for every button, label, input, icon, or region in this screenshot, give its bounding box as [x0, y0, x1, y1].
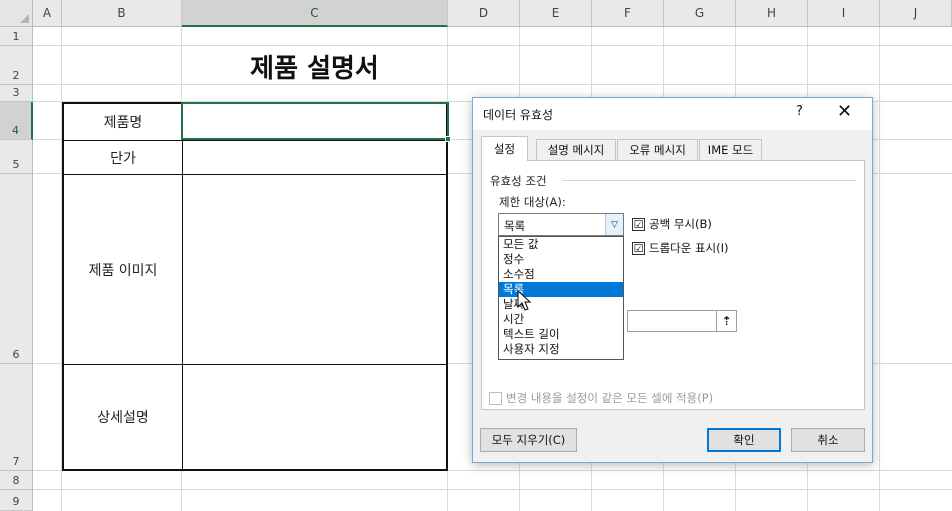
checkbox-checked-icon: ☑ — [632, 241, 645, 255]
active-cell-c4[interactable] — [181, 102, 449, 140]
gridline — [33, 489, 952, 490]
allow-combo[interactable]: 목록 ▽ — [498, 213, 624, 236]
checkbox-unchecked-icon — [489, 391, 502, 405]
option-any-value[interactable]: 모든 값 — [499, 237, 623, 252]
cell-unit-price[interactable] — [183, 141, 446, 174]
row-header-9[interactable]: 9 — [0, 490, 33, 511]
label-product-name: 제품명 — [103, 115, 143, 131]
apply-all-checkbox[interactable]: 변경 내용을 설정이 같은 모든 셀에 적용(P) — [489, 390, 713, 406]
product-form-table: 제품명 단가 제품 이미지 상세설명 — [62, 102, 448, 471]
option-time[interactable]: 시간 — [499, 312, 623, 327]
help-button[interactable]: ? — [796, 104, 803, 119]
option-custom[interactable]: 사용자 지정 — [499, 342, 623, 357]
column-header-g[interactable]: G — [664, 0, 736, 27]
gridline — [879, 27, 880, 511]
cell-description[interactable] — [183, 365, 446, 469]
row-header-1[interactable]: 1 — [0, 27, 33, 46]
cell-product-image[interactable] — [183, 175, 446, 364]
tab-settings[interactable]: 설정 — [481, 136, 528, 161]
gridline — [33, 84, 952, 85]
tab-error-alert[interactable]: 오류 메시지 — [617, 139, 698, 160]
option-decimal[interactable]: 소수점 — [499, 267, 623, 282]
chevron-down-icon[interactable]: ▽ — [605, 214, 623, 235]
label-description: 상세설명 — [97, 410, 149, 426]
row-header-7[interactable]: 7 — [0, 364, 33, 471]
group-divider — [562, 180, 856, 181]
settings-panel: 유효성 조건 제한 대상(A): 목록 ▽ ☑ 공백 무시(B) ☑ 드롭다운 … — [481, 160, 865, 410]
ignore-blank-label: 공백 무시(B) — [649, 217, 712, 231]
row-header-4[interactable]: 4 — [0, 102, 33, 140]
close-icon[interactable]: ✕ — [837, 102, 852, 122]
gridline — [33, 45, 952, 46]
in-cell-dropdown-label: 드롭다운 표시(I) — [649, 241, 729, 255]
ok-button[interactable]: 확인 — [707, 428, 781, 452]
cancel-button[interactable]: 취소 — [791, 428, 865, 452]
validation-criteria-label: 유효성 조건 — [490, 174, 547, 188]
mouse-pointer-icon — [517, 290, 532, 311]
row-header-6[interactable]: 6 — [0, 174, 33, 364]
row-header-5[interactable]: 5 — [0, 140, 33, 174]
dialog-title: 데이터 유효성 — [483, 108, 554, 122]
column-header-h[interactable]: H — [736, 0, 808, 27]
dialog-titlebar[interactable]: 데이터 유효성 ? ✕ — [473, 98, 872, 130]
column-header-c[interactable]: C — [182, 0, 448, 27]
data-validation-dialog: 데이터 유효성 ? ✕ 설정 설명 메시지 오류 메시지 IME 모드 유효성 … — [472, 97, 873, 463]
collapse-range-icon[interactable]: ⇡ — [716, 311, 736, 331]
tab-ime-mode[interactable]: IME 모드 — [699, 139, 762, 160]
column-header-i[interactable]: I — [808, 0, 880, 27]
fill-handle[interactable] — [445, 136, 451, 142]
allow-label: 제한 대상(A): — [499, 195, 566, 209]
column-header-b[interactable]: B — [62, 0, 182, 27]
source-input[interactable]: ⇡ — [627, 310, 737, 332]
apply-all-label: 변경 내용을 설정이 같은 모든 셀에 적용(P) — [506, 391, 714, 405]
select-all-corner[interactable] — [0, 0, 33, 27]
in-cell-dropdown-checkbox[interactable]: ☑ 드롭다운 표시(I) — [632, 240, 729, 256]
row-header-2[interactable]: 2 — [0, 46, 33, 85]
tab-input-message[interactable]: 설명 메시지 — [536, 139, 616, 160]
clear-all-button[interactable]: 모두 지우기(C) — [480, 428, 577, 452]
column-header-j[interactable]: J — [880, 0, 952, 27]
label-unit-price: 단가 — [110, 150, 136, 167]
sheet-title: 제품 설명서 — [250, 53, 379, 84]
column-header-f[interactable]: F — [592, 0, 664, 27]
option-whole-number[interactable]: 정수 — [499, 252, 623, 267]
row-header-8[interactable]: 8 — [0, 471, 33, 490]
column-header-a[interactable]: A — [33, 0, 62, 27]
row-header-3[interactable]: 3 — [0, 85, 33, 102]
label-product-image: 제품 이미지 — [88, 262, 158, 279]
checkbox-checked-icon: ☑ — [632, 217, 645, 231]
ignore-blank-checkbox[interactable]: ☑ 공백 무시(B) — [632, 216, 712, 232]
allow-combo-value: 목록 — [504, 219, 526, 233]
column-header-e[interactable]: E — [520, 0, 592, 27]
option-text-length[interactable]: 텍스트 길이 — [499, 327, 623, 342]
column-header-d[interactable]: D — [448, 0, 520, 27]
